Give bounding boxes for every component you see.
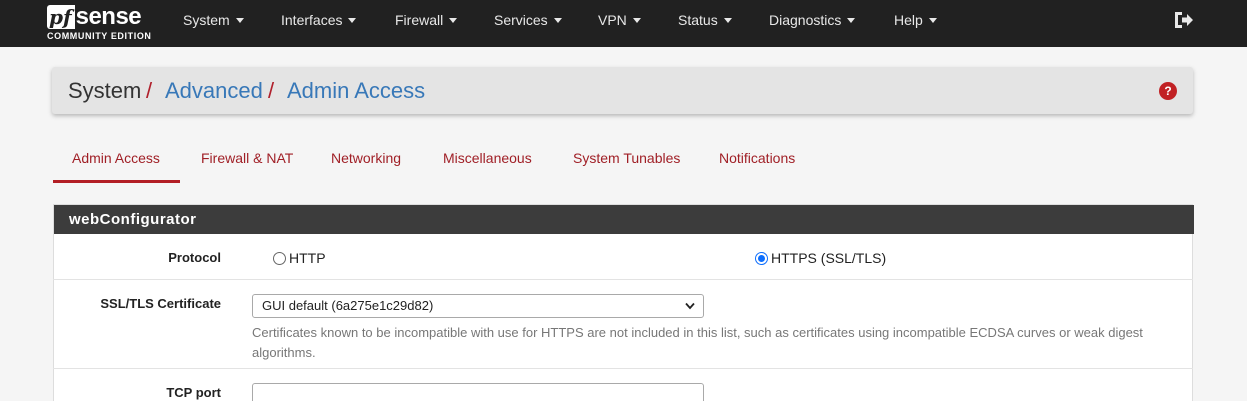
nav-status[interactable]: Status: [678, 0, 732, 47]
row-divider: [53, 279, 1193, 280]
nav-interfaces-label: Interfaces: [281, 12, 343, 28]
nav-vpn-label: VPN: [598, 12, 627, 28]
logo-pf-text: pf: [47, 5, 75, 29]
question-circle-icon[interactable]: ?: [1159, 82, 1177, 100]
tab-admin-access[interactable]: Admin Access: [72, 150, 160, 166]
nav-firewall-label: Firewall: [395, 12, 444, 28]
caret-down-icon: [847, 18, 856, 23]
panel-title: webConfigurator: [69, 211, 197, 228]
nav-help-label: Help: [894, 12, 923, 28]
sign-out-icon[interactable]: [1173, 10, 1195, 30]
nav-services-label: Services: [494, 12, 548, 28]
nav-diagnostics[interactable]: Diagnostics: [769, 0, 856, 47]
row-divider: [53, 368, 1193, 369]
pfsense-logo[interactable]: pf sense COMMUNITY EDITION: [47, 3, 157, 43]
caret-down-icon: [348, 18, 357, 23]
nav-services[interactable]: Services: [494, 0, 562, 47]
tab-networking[interactable]: Networking: [331, 150, 401, 166]
tcp-port-label: TCP port: [166, 385, 221, 400]
ssl-certificate-label: SSL/TLS Certificate: [100, 296, 221, 311]
top-navbar: pf sense COMMUNITY EDITION System Interfa…: [0, 0, 1247, 47]
panel-header: webConfigurator: [54, 205, 1194, 234]
breadcrumb-separator: /: [146, 78, 153, 103]
nav-system[interactable]: System: [183, 0, 244, 47]
caret-down-icon: [723, 18, 732, 23]
nav-vpn[interactable]: VPN: [598, 0, 641, 47]
nav-interfaces[interactable]: Interfaces: [281, 0, 357, 47]
breadcrumb-advanced-link[interactable]: Advanced: [165, 79, 263, 103]
protocol-https-label: HTTPS (SSL/TLS): [771, 250, 887, 266]
breadcrumb-admin-access-link[interactable]: Admin Access: [287, 79, 425, 103]
tab-notifications[interactable]: Notifications: [719, 150, 795, 166]
tab-firewall-nat[interactable]: Firewall & NAT: [201, 150, 293, 166]
breadcrumb-separator: /: [268, 78, 275, 103]
tab-miscellaneous[interactable]: Miscellaneous: [443, 150, 532, 166]
protocol-https-radio[interactable]: HTTPS (SSL/TLS): [755, 250, 886, 266]
nav-status-label: Status: [678, 12, 718, 28]
chevron-down-icon: [685, 302, 695, 310]
logo-edition-text: COMMUNITY EDITION: [47, 31, 152, 41]
protocol-label: Protocol: [168, 250, 221, 265]
caret-down-icon: [632, 18, 641, 23]
caret-down-icon: [449, 18, 458, 23]
tab-system-tunables[interactable]: System Tunables: [573, 150, 680, 166]
nav-help[interactable]: Help: [894, 0, 937, 47]
ssl-certificate-help-text: Certificates known to be incompatible wi…: [252, 325, 1143, 360]
radio-unchecked-icon[interactable]: [273, 251, 286, 265]
nav-diagnostics-label: Diagnostics: [769, 12, 842, 28]
caret-down-icon: [928, 18, 937, 23]
breadcrumb-system: System: [68, 78, 142, 103]
protocol-http-radio[interactable]: HTTP: [273, 250, 326, 266]
caret-down-icon: [235, 18, 244, 23]
radio-checked-icon[interactable]: [755, 251, 768, 265]
logo-sense-text: sense: [75, 3, 142, 30]
tcp-port-input[interactable]: [252, 383, 704, 401]
ssl-certificate-selected-value: GUI default (6a275e1c29d82): [262, 298, 434, 313]
active-tab-indicator: [53, 180, 180, 183]
caret-down-icon: [553, 18, 562, 23]
nav-system-label: System: [183, 12, 230, 28]
protocol-http-label: HTTP: [289, 250, 326, 266]
nav-firewall[interactable]: Firewall: [395, 0, 458, 47]
ssl-certificate-select[interactable]: GUI default (6a275e1c29d82): [252, 294, 704, 318]
